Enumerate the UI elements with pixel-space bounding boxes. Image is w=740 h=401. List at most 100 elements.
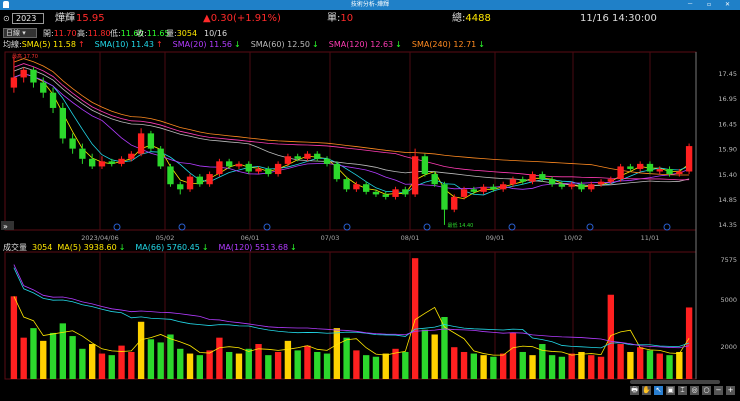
volume-bar (646, 350, 654, 379)
event-marker-icon (343, 223, 351, 231)
event-marker-icon (586, 223, 594, 231)
date-tick: 09/01 (486, 234, 505, 242)
candle-body (30, 69, 37, 83)
volume-tick: 5000 (720, 296, 737, 304)
volume-bar (284, 340, 292, 379)
candle-body (274, 163, 282, 175)
volume-bar (656, 353, 663, 379)
volume-bar (314, 351, 321, 379)
candle-body (539, 174, 546, 180)
ma-line (13, 63, 690, 181)
volume-bar (676, 351, 683, 379)
volume-prefix: 成交量 (3, 243, 27, 252)
candle-body (578, 184, 585, 190)
candle-body (509, 179, 517, 185)
legend-item: MA(120) 5513.68 ↓ (218, 243, 297, 252)
event-marker-icon (263, 223, 271, 231)
volume-bar (20, 337, 27, 379)
candle-body (206, 174, 213, 185)
volume-bar (186, 353, 194, 379)
volume-bar (607, 294, 615, 379)
candle-body (314, 153, 321, 159)
volume-bar (177, 348, 184, 379)
candle-body (323, 158, 331, 164)
volume-ma-line (13, 264, 690, 349)
toolbar-button[interactable]: ○ (702, 386, 711, 395)
date-tick: 05/02 (156, 234, 175, 242)
volume-bar (548, 355, 556, 379)
volume-bar (617, 344, 624, 379)
candle-body (79, 148, 86, 159)
candle-body (627, 166, 634, 169)
candle-body (402, 189, 409, 195)
candle-body (157, 148, 164, 167)
candle-body (617, 166, 624, 180)
toolbar-button[interactable]: ↖ (654, 386, 663, 395)
volume-bar (88, 344, 96, 379)
candle-body (225, 161, 233, 167)
candle-body (636, 163, 644, 169)
price-tick: 15.40 (718, 171, 737, 179)
candle-body (548, 179, 556, 185)
candle-body (490, 186, 497, 190)
candle-body (40, 82, 47, 93)
volume-bar (137, 321, 145, 379)
volume-bar (196, 355, 204, 379)
toolbar-button[interactable]: 🖶 (630, 386, 639, 395)
candle-body (588, 184, 595, 190)
candle-body (656, 168, 663, 172)
candle-body (128, 153, 135, 159)
volume-bar (578, 351, 585, 379)
candle-body (216, 161, 223, 175)
candle-body (10, 77, 18, 88)
toolbar-button[interactable]: ◎ (690, 386, 699, 395)
candle-body (235, 163, 243, 167)
volume-bar (460, 351, 468, 379)
volume-bar (666, 355, 673, 379)
toolbar-button[interactable]: ⌶ (678, 386, 687, 395)
event-marker-icon (113, 223, 121, 231)
candle-body (294, 156, 301, 159)
volume-bar (568, 353, 575, 379)
toolbar-button[interactable]: − (714, 386, 723, 395)
volume-bar (627, 351, 634, 379)
volume-bar (402, 351, 409, 379)
candle-body (362, 184, 370, 192)
price-volume-chart[interactable]: 2023/04/06 05/02 06/01 07/03 08/01 09/01 10/02… (0, 0, 740, 401)
toolbar-button[interactable]: + (726, 386, 735, 395)
volume-bar (333, 328, 341, 379)
event-marker-icon (508, 223, 516, 231)
candle-body (499, 184, 507, 190)
candle-body (470, 189, 478, 192)
candle-body (607, 179, 615, 182)
volume-tick: 2000 (720, 343, 737, 351)
candle-body (333, 163, 341, 180)
candle-body (451, 196, 458, 210)
volume-bar (265, 355, 272, 379)
candle-body (480, 186, 487, 192)
candle-body (460, 189, 468, 197)
toolbar-button[interactable]: ▣ (666, 386, 675, 395)
volume-bar (49, 332, 57, 379)
candle-body (177, 184, 184, 190)
volume-bar (157, 342, 164, 379)
price-tick: 16.95 (718, 95, 737, 103)
volume-bar (10, 296, 18, 379)
candle-body (646, 163, 654, 172)
volume-bar (499, 353, 507, 379)
candle-body (568, 184, 575, 187)
candle-body (108, 161, 115, 164)
toolbar-button[interactable]: ✋ (642, 386, 651, 395)
candle-body (69, 138, 76, 149)
volume-bar (30, 328, 37, 379)
candle-body (372, 191, 380, 195)
candle-body (255, 168, 262, 172)
horizontal-scrollbar[interactable] (630, 380, 720, 384)
price-tick: 14.35 (718, 221, 737, 229)
date-tick: 08/01 (401, 234, 420, 242)
volume-bar (274, 351, 282, 379)
volume-bar (206, 350, 213, 379)
date-tick: 2023/04/06 (81, 234, 118, 242)
candle-body (685, 146, 693, 172)
candle-body (245, 163, 252, 172)
